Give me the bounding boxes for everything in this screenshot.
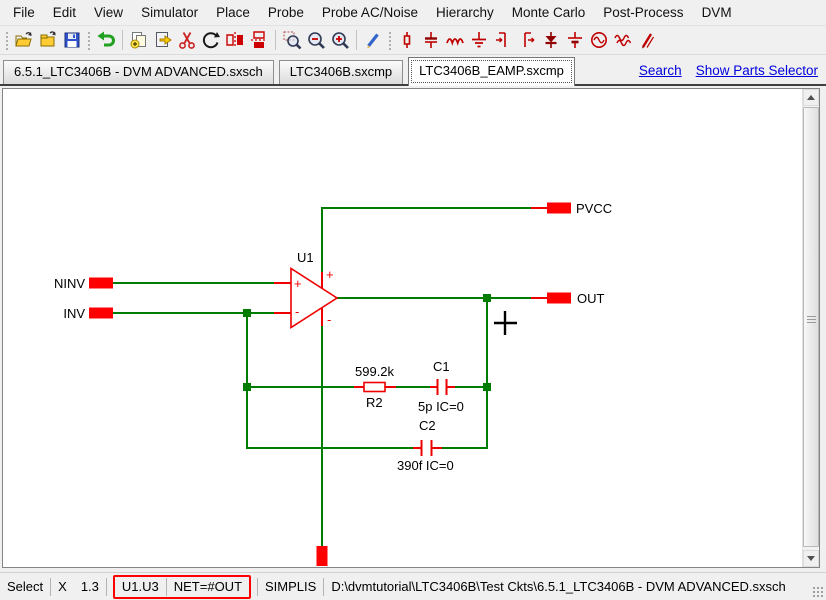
label-out[interactable]: OUT (577, 291, 605, 306)
scroll-up-button[interactable] (803, 89, 819, 106)
terminal-ninv[interactable] (89, 278, 113, 289)
wires[interactable] (113, 207, 531, 547)
capacitor-c1-symbol[interactable] (438, 379, 447, 395)
tab-ltc3406b-eamp-sxcmp[interactable]: LTC3406B_EAMP.sxcmp (408, 57, 575, 86)
opamp-minus-rail-sign: - (327, 312, 331, 327)
opamp-plus-input-sign: + (294, 276, 302, 291)
status-selection-highlight: U1.U3 NET=#OUT (113, 575, 251, 599)
capacitor-c2-symbol[interactable] (422, 440, 432, 456)
status-selection-ref: U1.U3 (115, 579, 166, 594)
resistor-r2-ref[interactable]: R2 (366, 395, 383, 410)
resistor-r2-value[interactable]: 599.2k (355, 364, 395, 379)
terminal-power-bottom[interactable] (317, 546, 328, 566)
opamp-ref[interactable]: U1 (297, 250, 314, 265)
window-resize-grip[interactable] (812, 586, 825, 599)
terminal-inv[interactable] (89, 308, 113, 319)
status-selection-net: NET=#OUT (167, 579, 249, 594)
scroll-up-arrow-icon (807, 95, 815, 100)
status-simulator: SIMPLIS (258, 579, 323, 594)
label-pvcc[interactable]: PVCC (576, 201, 612, 216)
scroll-down-arrow-icon (807, 556, 815, 561)
status-bar: Select X 1.3 U1.U3 NET=#OUT SIMPLIS D:\d… (0, 572, 826, 600)
status-zoom-level: 1.3 (74, 579, 106, 594)
resistor-r2-symbol[interactable] (364, 383, 385, 392)
scrollbar-thumb[interactable] (803, 107, 819, 547)
status-divider (106, 578, 107, 596)
opamp-plus-rail-sign: + (326, 267, 334, 282)
scroll-down-button[interactable] (803, 550, 819, 567)
terminal-out[interactable] (547, 293, 571, 304)
status-file-path: D:\dvmtutorial\LTC3406B\Test Ckts\6.5.1_… (324, 579, 792, 594)
capacitor-c2-ref[interactable]: C2 (419, 418, 436, 433)
capacitor-c2-value[interactable]: 390f IC=0 (397, 458, 454, 473)
terminal-pvcc[interactable] (547, 203, 571, 214)
label-inv[interactable]: INV (63, 306, 85, 321)
scrollbar-thumb-grip-icon (807, 316, 816, 324)
opamp-minus-input-sign: - (295, 304, 299, 319)
schematic-drawing: U1 + - + - 599.2k R2 C1 5p IC=0 C2 390f … (0, 0, 826, 600)
label-ninv[interactable]: NINV (54, 276, 85, 291)
capacitor-c1-value[interactable]: 5p IC=0 (418, 399, 464, 414)
vertical-scrollbar[interactable] (802, 89, 819, 567)
crosshair-cursor (494, 311, 517, 335)
capacitor-c1-ref[interactable]: C1 (433, 359, 450, 374)
status-axis: X (51, 579, 74, 594)
status-mode: Select (0, 579, 50, 594)
